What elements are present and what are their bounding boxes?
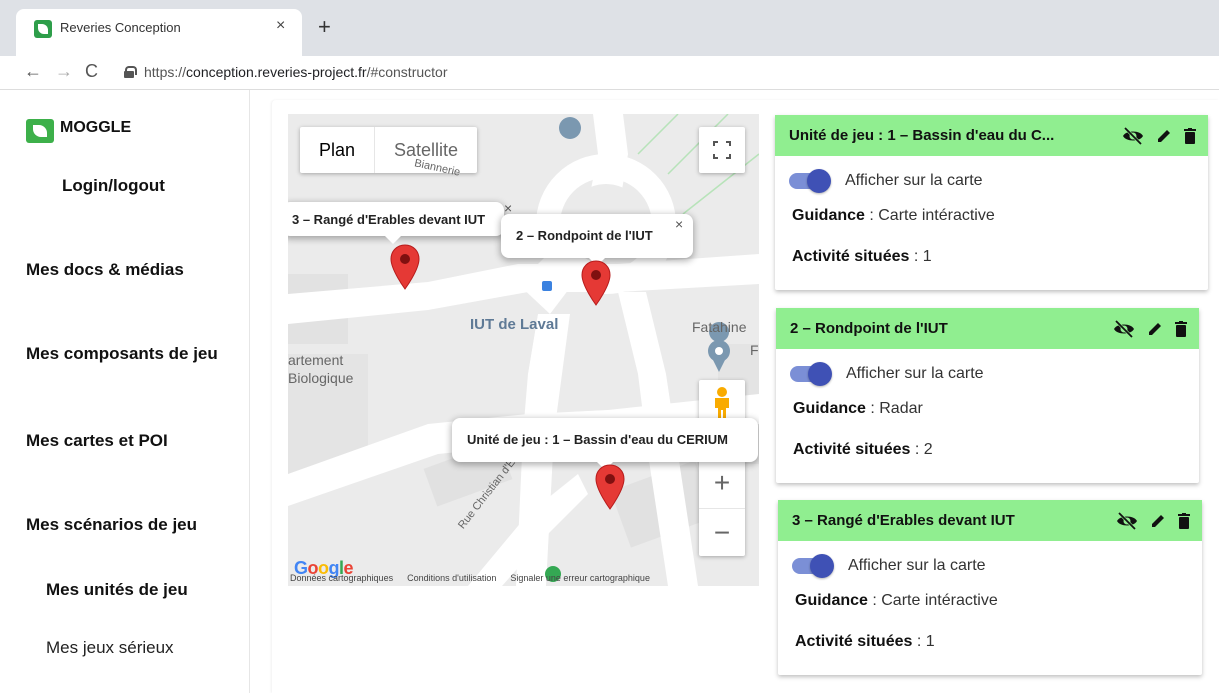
- show-on-map-toggle[interactable]: [789, 169, 831, 193]
- map-report-link[interactable]: Signaler une erreur cartographique: [510, 573, 650, 583]
- map-label-fatahine: Fatahine: [692, 319, 747, 335]
- tab-title: Reveries Conception: [60, 20, 181, 35]
- guidance-value: : Radar: [865, 400, 923, 417]
- delete-icon[interactable]: [1175, 321, 1187, 342]
- card-header: 2 – Rondpoint de l'IUT: [776, 308, 1199, 349]
- poi-card-1: Unité de jeu : 1 – Bassin d'eau du C... …: [775, 115, 1208, 290]
- lock-icon: [124, 66, 137, 78]
- new-tab-button[interactable]: +: [318, 14, 331, 40]
- sidebar-item-docs[interactable]: Mes docs & médias: [26, 260, 184, 280]
- card-actions: [1122, 126, 1196, 150]
- card-guidance: Guidance : Carte intéractive: [795, 592, 998, 610]
- back-button[interactable]: ←: [24, 61, 42, 82]
- guidance-value: : Carte intéractive: [867, 592, 998, 609]
- guidance-label: Guidance: [792, 207, 865, 224]
- fullscreen-icon: [713, 141, 731, 159]
- tab-close-icon[interactable]: ×: [276, 17, 285, 35]
- sidebar-item-components[interactable]: Mes composants de jeu: [26, 344, 218, 364]
- sidebar-item-serious-games[interactable]: Mes jeux sérieux: [46, 638, 174, 658]
- map-terms-link[interactable]: Conditions d'utilisation: [407, 573, 496, 583]
- map-marker-icon[interactable]: [390, 244, 420, 290]
- address-bar: ← → C https://conception.reveries-projec…: [0, 56, 1219, 90]
- toggle-label: Afficher sur la carte: [848, 557, 986, 574]
- activity-label: Activité situées: [793, 441, 911, 458]
- favicon-icon: [34, 20, 52, 38]
- map-label-f: F: [750, 342, 759, 358]
- infowindow-unit-1: Unité de jeu : 1 – Bassin d'eau du CERIU…: [452, 418, 758, 470]
- card-title: 3 – Rangé d'Erables devant IUT: [792, 512, 1015, 529]
- card-title: Unité de jeu : 1 – Bassin d'eau du C...: [789, 127, 1055, 144]
- zoom-out-button[interactable]: −: [699, 508, 745, 556]
- activity-label: Activité situées: [795, 633, 913, 650]
- browser-tab[interactable]: Reveries Conception ×: [16, 9, 302, 56]
- guidance-label: Guidance: [795, 592, 868, 609]
- hide-icon[interactable]: [1113, 319, 1135, 343]
- card-header: 3 – Rangé d'Erables devant IUT: [778, 500, 1202, 541]
- map-label-dept-1: artement: [288, 352, 344, 368]
- hide-icon[interactable]: [1116, 511, 1138, 535]
- brand-name: MOGGLE: [60, 119, 132, 136]
- pegman-icon: [715, 387, 729, 419]
- map-marker-icon[interactable]: [581, 260, 611, 306]
- map-footer: Données cartographiques Conditions d'uti…: [288, 570, 759, 586]
- map-label-iut: IUT de Laval: [470, 316, 559, 333]
- toggle-label: Afficher sur la carte: [845, 172, 983, 189]
- url-field[interactable]: https://conception.reveries-project.fr/#…: [144, 64, 448, 80]
- guidance-value: : Carte intéractive: [864, 207, 995, 224]
- sidebar-item-units[interactable]: Mes unités de jeu: [46, 580, 188, 600]
- edit-icon[interactable]: [1147, 321, 1163, 342]
- browser-tabbar: Reveries Conception × +: [0, 0, 1219, 56]
- edit-icon[interactable]: [1150, 513, 1166, 534]
- zoom-control: + −: [699, 459, 745, 556]
- infowindow-poi-2: 2 – Rondpoint de l'IUT ×: [501, 214, 693, 266]
- login-link[interactable]: Login/logout: [62, 176, 165, 196]
- card-activity: Activité situées : 1: [795, 633, 935, 651]
- edit-icon[interactable]: [1156, 128, 1172, 149]
- url-prefix: https://: [144, 64, 187, 80]
- hide-icon[interactable]: [1122, 126, 1144, 150]
- map-marker-icon[interactable]: [595, 464, 625, 510]
- poi-card-2: 2 – Rondpoint de l'IUT Afficher sur la c…: [776, 308, 1199, 483]
- infowindow-poi-2-label: 2 – Rondpoint de l'IUT: [516, 228, 653, 243]
- show-on-map-toggle[interactable]: [790, 362, 832, 386]
- card-activity: Activité situées : 2: [793, 441, 933, 459]
- toggle-label: Afficher sur la carte: [846, 365, 984, 382]
- infowindow-close-icon[interactable]: ×: [675, 216, 683, 232]
- delete-icon[interactable]: [1184, 128, 1196, 149]
- card-guidance: Guidance : Carte intéractive: [792, 207, 995, 225]
- guidance-label: Guidance: [793, 400, 866, 417]
- zoom-in-button[interactable]: +: [699, 459, 745, 507]
- card-actions: [1113, 319, 1187, 343]
- moggle-logo-icon: [26, 119, 54, 143]
- map-label-dept-2: Biologique: [288, 370, 354, 386]
- infowindow-unit-1-label: Unité de jeu : 1 – Bassin d'eau du CERIU…: [467, 432, 728, 447]
- infowindow-poi-3: 3 – Rangé d'Erables devant IUT ×: [288, 200, 512, 244]
- url-host: conception.reveries-project.fr: [186, 64, 367, 80]
- sidebar-item-scenarios[interactable]: Mes scénarios de jeu: [26, 515, 197, 535]
- infowindow-poi-3-label: 3 – Rangé d'Erables devant IUT: [292, 212, 486, 227]
- card-guidance: Guidance : Radar: [793, 400, 923, 418]
- activity-label: Activité situées: [792, 248, 910, 265]
- delete-icon[interactable]: [1178, 513, 1190, 534]
- map[interactable]: Plan Satellite + − IUT de Laval Fatahine…: [288, 114, 759, 586]
- sidebar-item-maps[interactable]: Mes cartes et POI: [26, 431, 168, 451]
- activity-value: : 1: [909, 248, 932, 265]
- forward-button[interactable]: →: [55, 61, 73, 82]
- sidebar: MOGGLE Login/logout Mes docs & médias Me…: [0, 90, 250, 693]
- card-title: 2 – Rondpoint de l'IUT: [790, 320, 948, 337]
- card-actions: [1116, 511, 1190, 535]
- fullscreen-button[interactable]: [699, 127, 745, 173]
- card-activity: Activité situées : 1: [792, 248, 932, 266]
- map-background: [288, 114, 759, 586]
- map-type-plan[interactable]: Plan: [300, 127, 374, 173]
- url-path: /#constructor: [366, 64, 448, 80]
- activity-value: : 2: [910, 441, 933, 458]
- activity-value: : 1: [912, 633, 935, 650]
- map-data-link[interactable]: Données cartographiques: [290, 573, 393, 583]
- show-on-map-toggle[interactable]: [792, 554, 834, 578]
- card-header: Unité de jeu : 1 – Bassin d'eau du C...: [775, 115, 1208, 156]
- poi-card-3: 3 – Rangé d'Erables devant IUT Afficher …: [778, 500, 1202, 675]
- reload-button[interactable]: C: [85, 61, 98, 82]
